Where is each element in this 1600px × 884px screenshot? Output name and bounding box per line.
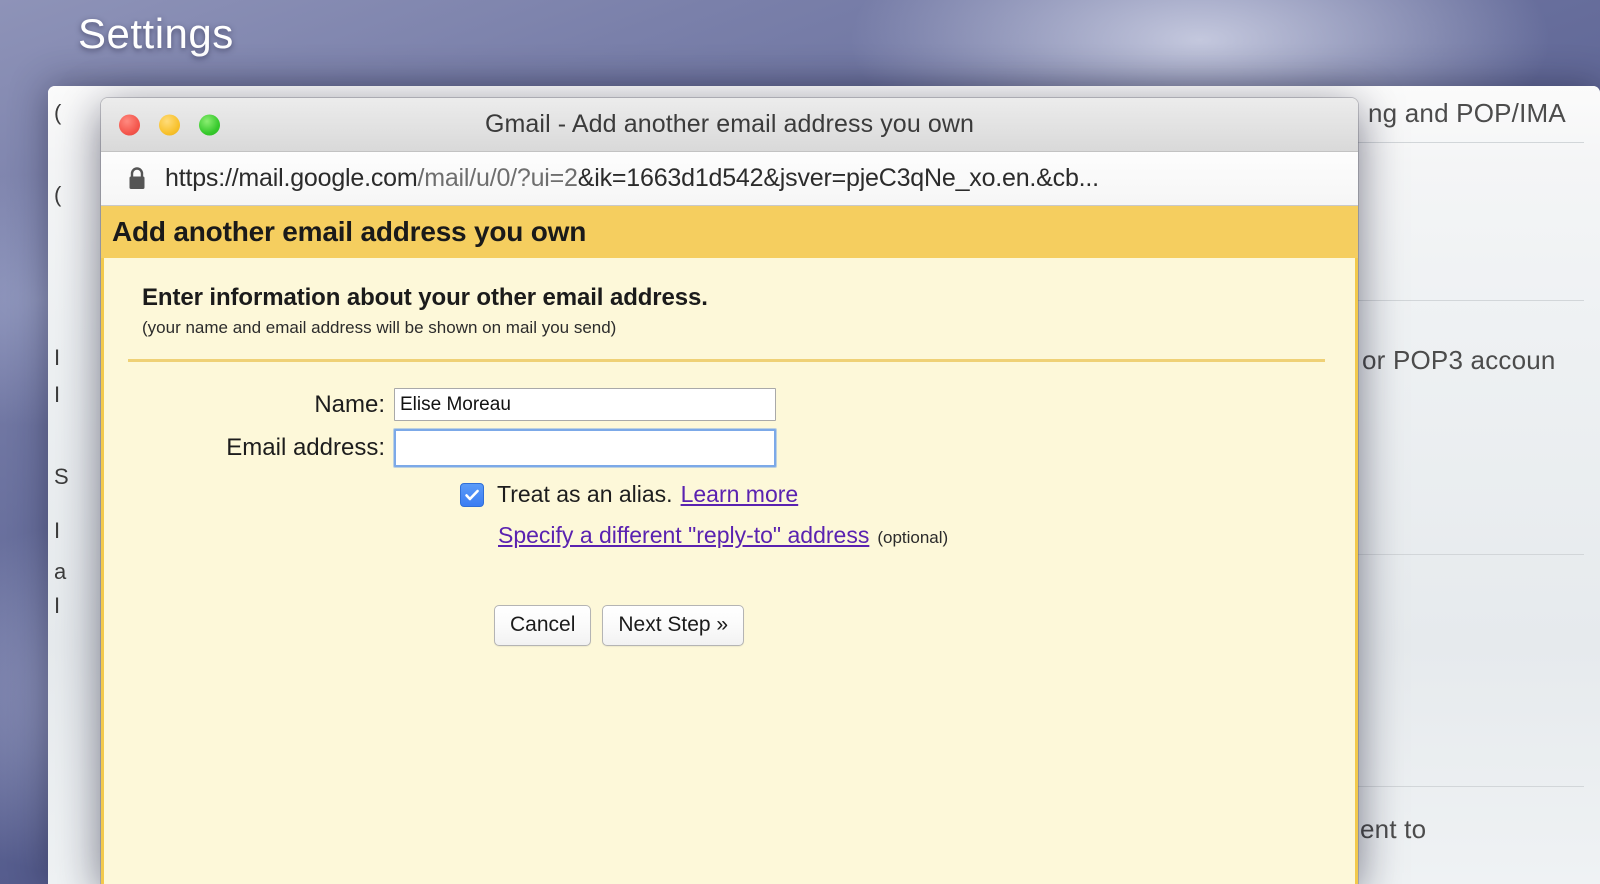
bg-sliver-text: ( bbox=[54, 182, 62, 207]
url-scheme-host: https://mail.google.com bbox=[165, 164, 418, 192]
bg-body-text: ent to bbox=[1360, 814, 1427, 844]
next-step-button[interactable]: Next Step » bbox=[602, 605, 745, 646]
section-divider bbox=[128, 359, 1325, 362]
dialog-header: Add another email address you own bbox=[101, 206, 1358, 258]
alias-row: Treat as an alias. Learn more bbox=[460, 481, 1355, 508]
bg-sliver-text: ( bbox=[54, 100, 62, 125]
url-text[interactable]: https://mail.google.com/mail/u/0/?ui=2&i… bbox=[165, 164, 1099, 193]
bg-sliver-text: I bbox=[54, 593, 61, 618]
zoom-window-button[interactable] bbox=[199, 114, 220, 135]
popup-titlebar[interactable]: Gmail - Add another email address you ow… bbox=[101, 98, 1358, 152]
name-field-row: Name: bbox=[104, 388, 1355, 421]
lock-icon bbox=[129, 167, 145, 189]
check-icon bbox=[465, 489, 479, 500]
name-input[interactable] bbox=[394, 388, 776, 421]
url-path: /mail/u/0/?ui=2 bbox=[417, 164, 578, 192]
minimize-window-button[interactable] bbox=[159, 114, 180, 135]
dialog-body: Enter information about your other email… bbox=[101, 258, 1358, 884]
window-controls[interactable] bbox=[119, 114, 220, 135]
bg-tab-label: ng and POP/IMA bbox=[1368, 98, 1566, 128]
bg-sliver-text: I bbox=[54, 518, 61, 543]
url-bar[interactable]: https://mail.google.com/mail/u/0/?ui=2&i… bbox=[101, 152, 1358, 206]
dialog-header-title: Add another email address you own bbox=[112, 216, 587, 247]
learn-more-link[interactable]: Learn more bbox=[681, 481, 799, 508]
email-address-field-row: Email address: bbox=[104, 429, 1355, 467]
window-title: Gmail - Add another email address you ow… bbox=[484, 110, 975, 138]
bg-sliver-text: S bbox=[54, 464, 69, 489]
email-address-field-label: Email address: bbox=[226, 434, 385, 461]
gmail-popup-window[interactable]: Gmail - Add another email address you ow… bbox=[101, 98, 1358, 884]
email-address-input[interactable] bbox=[394, 429, 776, 467]
bg-body-text: or POP3 accoun bbox=[1362, 345, 1556, 375]
section-title: Enter information about your other email… bbox=[142, 284, 708, 311]
cancel-button[interactable]: Cancel bbox=[494, 605, 592, 646]
page-title: Settings bbox=[78, 10, 234, 57]
section-subtitle: (your name and email address will be sho… bbox=[142, 318, 617, 337]
bg-sliver-text: I bbox=[54, 345, 61, 370]
reply-to-row: Specify a different "reply-to" address (… bbox=[498, 522, 1355, 549]
url-query: &ik=1663d1d542&jsver=pjeC3qNe_xo.en.&cb.… bbox=[577, 164, 1099, 192]
treat-as-alias-checkbox[interactable] bbox=[460, 482, 484, 507]
specify-reply-to-link[interactable]: Specify a different "reply-to" address bbox=[498, 522, 869, 549]
dialog-buttons: Cancel Next Step » bbox=[494, 605, 1355, 646]
name-field-label: Name: bbox=[314, 390, 385, 418]
bg-sliver-text: a bbox=[54, 559, 67, 584]
reply-to-optional-note: (optional) bbox=[877, 528, 949, 547]
add-address-form: Name: Email address: Treat as an alias. … bbox=[104, 388, 1355, 646]
close-window-button[interactable] bbox=[119, 114, 140, 135]
treat-as-alias-label: Treat as an alias. bbox=[497, 481, 673, 507]
bg-sliver-text: I bbox=[54, 382, 61, 407]
